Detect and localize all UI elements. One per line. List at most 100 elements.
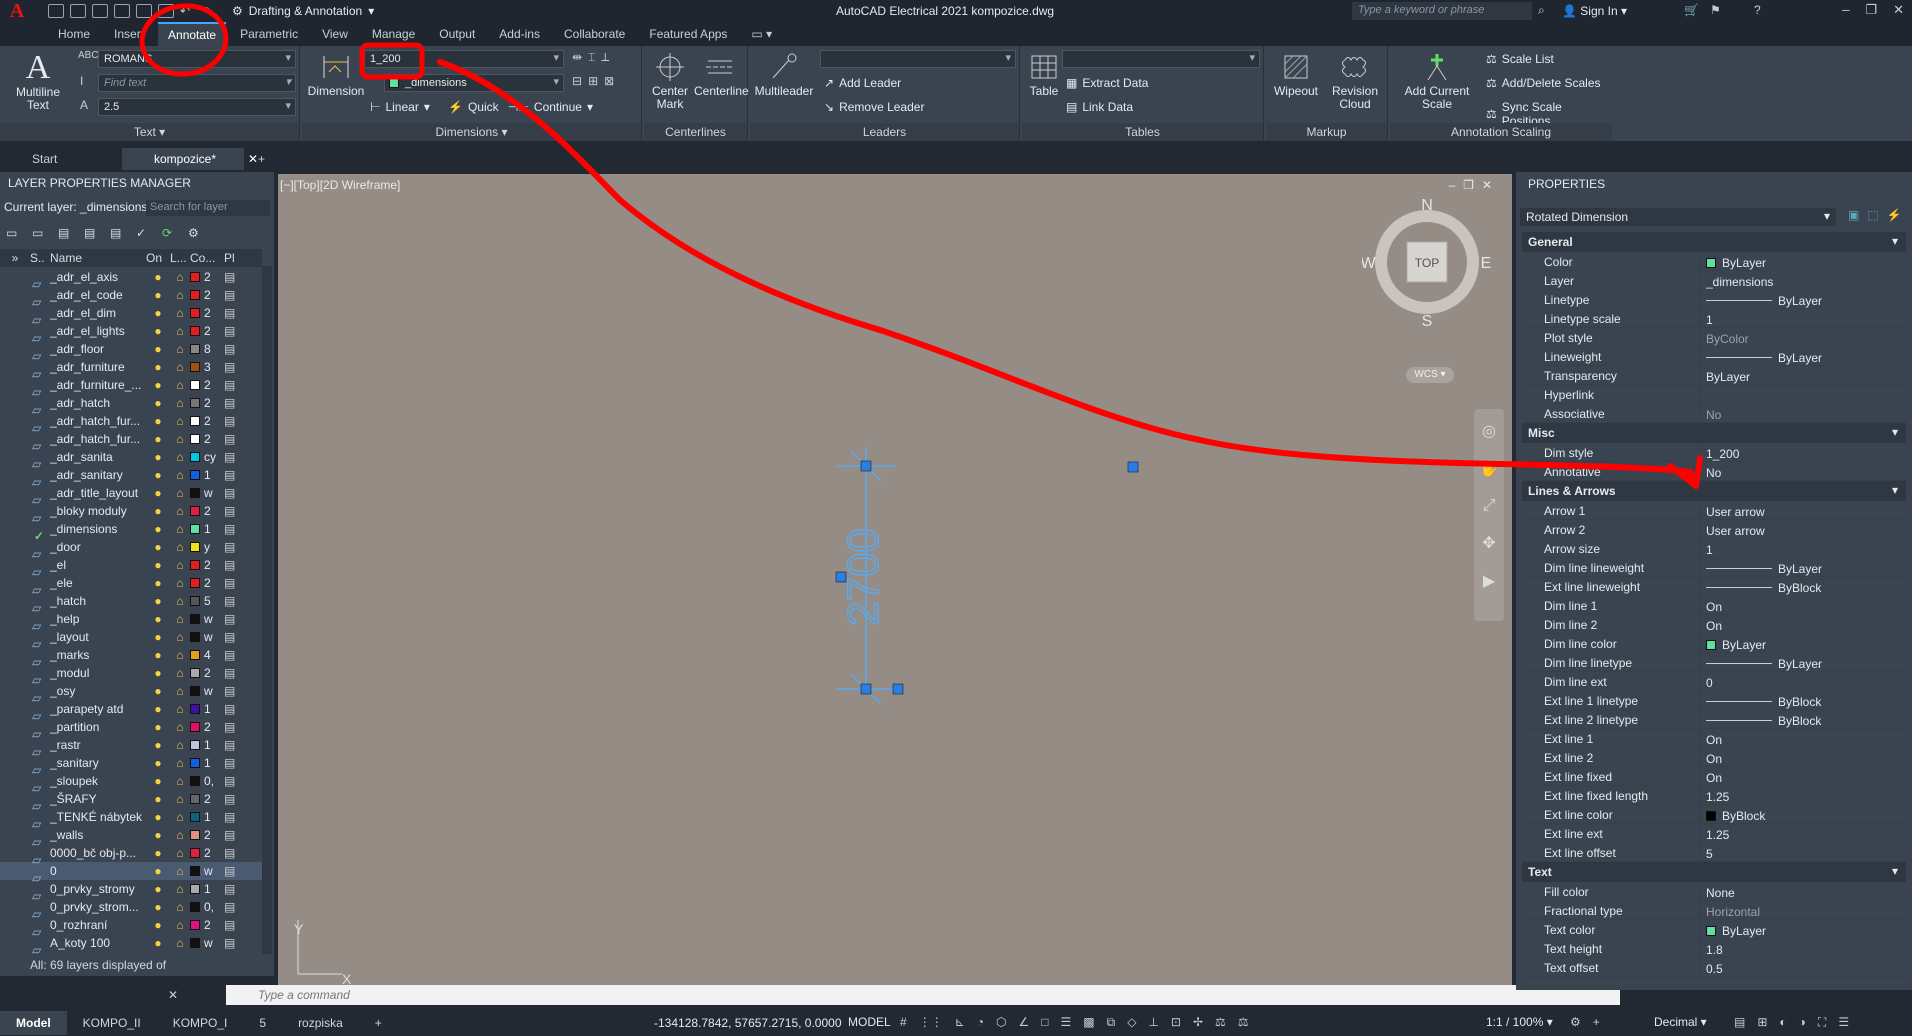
layer-name[interactable]: _adr_sanita — [50, 450, 146, 464]
lock-icon[interactable]: ⌂ — [170, 900, 190, 914]
open-icon[interactable] — [70, 4, 86, 18]
plot-icon[interactable]: ▤ — [224, 648, 235, 662]
property-row[interactable]: Hyperlink — [1522, 385, 1906, 404]
property-value[interactable]: No — [1700, 462, 1906, 480]
lock-icon[interactable]: ⌂ — [170, 432, 190, 446]
layer-color[interactable]: 1 — [190, 810, 224, 824]
multileader-style-select[interactable] — [820, 50, 1016, 68]
layer-color[interactable]: w — [190, 612, 224, 626]
grip-text[interactable] — [835, 571, 847, 583]
layer-color[interactable]: w — [190, 486, 224, 500]
property-row[interactable]: Ext line 1 linetype ByBlock — [1522, 691, 1906, 710]
layer-color[interactable]: 1 — [190, 738, 224, 752]
lock-icon[interactable]: ⌂ — [170, 450, 190, 464]
lock-icon[interactable]: ⌂ — [170, 864, 190, 878]
new-layer-icon[interactable]: ▤ — [58, 226, 74, 240]
tab-manage[interactable]: Manage — [362, 23, 425, 45]
layout-tab-kompo-i[interactable]: KOMPO_I — [157, 1011, 244, 1035]
continue-dimension-button[interactable]: ⊣⊢ Continue ▾ — [508, 100, 593, 114]
remove-leader-button[interactable]: ↘ Remove Leader — [824, 100, 924, 114]
clean-screen-icon[interactable]: ⛶ — [1818, 1015, 1826, 1030]
layer-color[interactable]: 2 — [190, 576, 224, 590]
layer-color[interactable]: 0, — [190, 900, 224, 914]
lightbulb-icon[interactable]: ● — [146, 720, 170, 734]
plot-icon[interactable]: ▤ — [224, 792, 235, 806]
lock-icon[interactable]: ⌂ — [170, 936, 190, 950]
property-row[interactable]: Dim line 2 On — [1522, 615, 1906, 634]
col-status[interactable]: S.. — [30, 251, 50, 265]
property-value[interactable]: On — [1700, 767, 1906, 785]
add-delete-scales-button[interactable]: ⚖ Add/Delete Scales — [1486, 76, 1601, 90]
refresh-icon[interactable]: ⟳ — [162, 226, 178, 240]
lightbulb-icon[interactable]: ● — [146, 558, 170, 572]
grid-icon[interactable]: # — [900, 1015, 907, 1030]
center-mark-button[interactable]: Center Mark — [646, 52, 694, 111]
property-value[interactable]: On — [1700, 748, 1906, 766]
lightbulb-icon[interactable]: ● — [146, 774, 170, 788]
layer-color[interactable]: 2 — [190, 504, 224, 518]
layer-color[interactable]: 0, — [190, 774, 224, 788]
layer-name[interactable]: _adr_el_lights — [50, 324, 146, 338]
layer-color[interactable]: 2 — [190, 828, 224, 842]
property-value[interactable]: ByLayer — [1700, 653, 1906, 671]
property-row[interactable]: Transparency ByLayer — [1522, 366, 1906, 385]
lightbulb-icon[interactable]: ● — [146, 594, 170, 608]
plot-icon[interactable]: ▤ — [224, 306, 235, 320]
annotation-scale-select[interactable]: 1:1 / 100% ▾ — [1486, 1015, 1553, 1029]
plot-icon[interactable]: ▤ — [224, 810, 235, 824]
layer-color[interactable]: 1 — [190, 468, 224, 482]
table-style-select[interactable] — [1062, 50, 1260, 68]
property-value[interactable]: ByBlock — [1700, 805, 1906, 823]
grip-def-point[interactable] — [1127, 461, 1139, 473]
plot-icon[interactable]: ▤ — [224, 288, 235, 302]
property-value[interactable]: 1.8 — [1700, 939, 1906, 957]
plot-icon[interactable]: ▤ — [224, 774, 235, 788]
property-value[interactable]: ByBlock — [1700, 710, 1906, 728]
property-row[interactable]: Arrow 2 User arrow — [1522, 520, 1906, 539]
property-row[interactable]: Dim line lineweight ByLayer — [1522, 558, 1906, 577]
layer-color[interactable]: 2 — [190, 918, 224, 932]
add-leader-button[interactable]: ↗ Add Leader — [824, 76, 901, 90]
customization-icon[interactable]: ☰ — [1838, 1015, 1849, 1030]
grip-dim-start[interactable] — [860, 460, 872, 472]
new-property-filter-icon[interactable]: ▭ — [6, 226, 22, 240]
3d-osnap-icon[interactable]: ◇ — [1127, 1015, 1136, 1030]
layer-color[interactable]: 2 — [190, 288, 224, 302]
col-on[interactable]: On — [146, 251, 170, 265]
layer-name[interactable]: _rastr — [50, 738, 146, 752]
layer-color[interactable]: 2 — [190, 720, 224, 734]
property-row[interactable]: Linetype scale 1 — [1522, 309, 1906, 328]
quick-select-icon[interactable]: ⚡ — [1887, 208, 1902, 222]
property-value[interactable]: On — [1700, 596, 1906, 614]
property-row[interactable]: Dim line ext 0 — [1522, 672, 1906, 691]
lightbulb-icon[interactable]: ● — [146, 288, 170, 302]
lightbulb-icon[interactable]: ● — [146, 432, 170, 446]
layer-name[interactable]: _hatch — [50, 594, 146, 608]
otrack-icon[interactable]: ∠ — [1018, 1015, 1029, 1030]
add-layout-icon[interactable]: + — [359, 1011, 398, 1035]
link-data-button[interactable]: ▤ Link Data — [1066, 100, 1133, 114]
layer-color[interactable]: 1 — [190, 882, 224, 896]
property-value[interactable]: ByLayer — [1700, 366, 1906, 384]
lightbulb-icon[interactable]: ● — [146, 630, 170, 644]
lock-icon[interactable]: ⌂ — [170, 756, 190, 770]
layer-name[interactable]: 0_rozhraní — [50, 918, 146, 932]
new-tab-icon[interactable]: + — [244, 152, 279, 166]
layer-color[interactable]: w — [190, 864, 224, 878]
text-height-select[interactable]: 2.5 — [98, 98, 296, 116]
layer-name[interactable]: _help — [50, 612, 146, 626]
sign-in-button[interactable]: 👤 Sign In ▾ — [1562, 4, 1627, 18]
property-row[interactable]: Lineweight ByLayer — [1522, 347, 1906, 366]
lock-icon[interactable]: ⌂ — [170, 828, 190, 842]
doc-tab-start[interactable]: Start — [0, 148, 122, 170]
lock-icon[interactable]: ⌂ — [170, 720, 190, 734]
annotation-monitor-icon[interactable]: + — [1593, 1015, 1600, 1029]
plot-icon[interactable]: ▤ — [224, 342, 235, 356]
annotation-scaling-panel-title[interactable]: Annotation Scaling — [1390, 123, 1612, 141]
col-color[interactable]: Co... — [190, 251, 224, 265]
plot-icon[interactable]: ▤ — [224, 756, 235, 770]
tab-output[interactable]: Output — [429, 23, 485, 45]
lightbulb-icon[interactable]: ● — [146, 360, 170, 374]
lock-icon[interactable]: ⌂ — [170, 666, 190, 680]
plot-icon[interactable]: ▤ — [224, 576, 235, 590]
